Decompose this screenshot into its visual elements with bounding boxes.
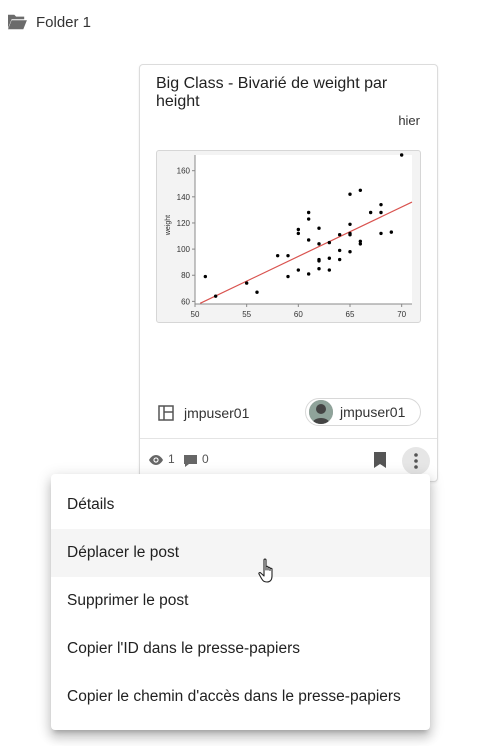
data-point — [348, 231, 352, 236]
menu-item-copy-path[interactable]: Copier le chemin d'accès dans le presse-… — [51, 673, 430, 721]
bookmark-icon[interactable] — [373, 451, 387, 469]
y-axis-label: weight — [165, 215, 172, 236]
menu-item-details[interactable]: Détails — [51, 481, 430, 529]
data-point — [306, 210, 311, 215]
menu-item-copy-id[interactable]: Copier l'ID dans le presse-papiers — [51, 625, 430, 673]
more-options-button[interactable] — [402, 447, 430, 475]
data-point — [327, 256, 332, 260]
data-point — [296, 227, 301, 232]
data-point — [327, 240, 332, 245]
data-point — [317, 242, 321, 246]
data-point — [244, 281, 249, 285]
plot-area — [195, 155, 412, 304]
user-chip[interactable]: jmpuser01 — [305, 398, 421, 426]
x-tick-label: 60 — [294, 310, 303, 319]
data-point — [317, 259, 321, 263]
data-point — [348, 192, 352, 196]
data-point — [275, 253, 280, 258]
data-point — [379, 231, 383, 236]
x-tick-label: 50 — [191, 310, 200, 319]
data-point — [358, 188, 363, 192]
post-title[interactable]: Big Class - Bivarié de weight par height — [156, 75, 416, 111]
folder-row[interactable]: Folder 1 — [6, 10, 91, 34]
comments-count: 0 — [202, 452, 209, 466]
hand-cursor-icon — [258, 558, 273, 583]
data-point — [327, 268, 332, 272]
post-date: hier — [398, 113, 420, 128]
more-vert-icon — [414, 453, 418, 469]
data-point — [306, 272, 311, 276]
eye-icon — [149, 455, 163, 465]
data-point — [337, 257, 342, 262]
context-menu: Détails Déplacer le post Supprimer le po… — [51, 474, 430, 730]
data-point — [348, 250, 352, 254]
y-tick-label: 160 — [177, 167, 191, 176]
data-point — [317, 267, 321, 271]
x-tick-label: 55 — [242, 310, 251, 319]
scatter-chart: 50 55 60 65 70 60 80 100 120 140 160 weight — [165, 153, 413, 319]
data-point — [306, 238, 311, 242]
data-point — [296, 231, 301, 236]
chip-username: jmpuser01 — [340, 404, 406, 420]
x-tick-label: 65 — [346, 310, 355, 319]
menu-item-delete-post[interactable]: Supprimer le post — [51, 577, 430, 625]
data-point — [306, 217, 311, 221]
chart-thumbnail[interactable]: 50 55 60 65 70 60 80 100 120 140 160 weight — [156, 150, 421, 323]
y-tick-label: 120 — [177, 219, 191, 228]
data-point — [337, 248, 342, 253]
data-point — [379, 202, 383, 207]
comment-icon — [184, 455, 197, 467]
layout-icon — [158, 405, 174, 421]
data-point — [389, 230, 394, 234]
folder-open-icon — [8, 14, 27, 30]
data-point — [348, 222, 352, 226]
y-tick-label: 80 — [181, 271, 190, 280]
data-point — [317, 226, 321, 230]
data-point — [399, 153, 404, 157]
folder-name: Folder 1 — [36, 13, 92, 31]
data-point — [368, 210, 373, 215]
user-avatar-icon — [309, 400, 333, 424]
data-point — [358, 242, 363, 246]
data-point — [255, 290, 259, 294]
y-tick-label: 60 — [181, 297, 190, 306]
post-meta: jmpuser01 jmpuser01 — [156, 398, 421, 428]
y-tick-label: 140 — [177, 193, 191, 202]
data-point — [379, 210, 383, 215]
data-point — [337, 233, 342, 237]
avatar — [309, 400, 333, 424]
data-point — [203, 274, 208, 279]
y-tick-label: 100 — [177, 245, 191, 254]
data-point — [213, 294, 218, 298]
data-point — [286, 274, 290, 279]
x-tick-label: 70 — [397, 310, 406, 319]
post-card[interactable]: Big Class - Bivarié de weight par height… — [139, 64, 438, 482]
views-count: 1 — [168, 452, 175, 466]
author-name: jmpuser01 — [184, 405, 250, 421]
data-point — [296, 268, 301, 272]
menu-item-move-post[interactable]: Déplacer le post — [51, 529, 430, 577]
data-point — [286, 253, 290, 258]
